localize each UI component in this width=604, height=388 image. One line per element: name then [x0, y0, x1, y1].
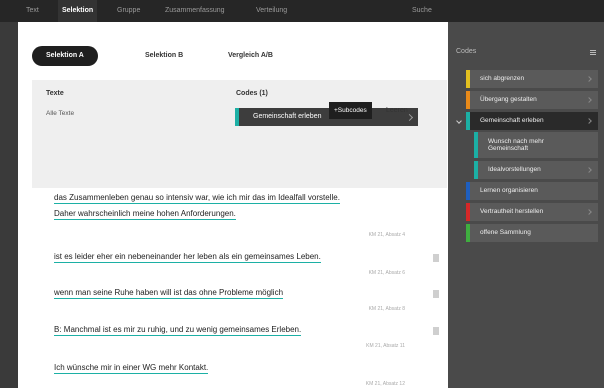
- tab-text[interactable]: Text: [26, 0, 39, 22]
- subtab-selektion-b[interactable]: Selektion B: [145, 46, 183, 66]
- segment-item[interactable]: das Zusammenleben genau so intensiv war,…: [54, 190, 439, 238]
- segment-source: KM 21, Absatz 6: [368, 270, 405, 276]
- code-item[interactable]: Übergang gestalten: [466, 91, 598, 109]
- segment-item[interactable]: B: Manchmal ist es mir zu ruhig, und zu …: [54, 322, 439, 349]
- code-item[interactable]: offene Sammlung: [466, 224, 598, 242]
- expand-icon[interactable]: [456, 118, 462, 124]
- chevron-right-icon: [586, 97, 592, 103]
- subcode-item[interactable]: Idealvorstellungen: [474, 161, 598, 179]
- top-nav: Text Selektion Gruppe Zusammenfassung Ve…: [0, 0, 604, 22]
- code-system-panel: Codes sich abgrenzen Übergang gestalten …: [448, 22, 604, 388]
- bookmark-icon[interactable]: [433, 254, 439, 262]
- segment-source: KM 21, Absatz 8: [368, 306, 405, 312]
- subcodes-button[interactable]: +Subcodes: [329, 102, 372, 119]
- filter-box: Texte Alle Texte Codes (1) Gemeinschaft …: [32, 80, 447, 188]
- code-item[interactable]: sich abgrenzen: [466, 70, 598, 88]
- subtab-vergleich[interactable]: Vergleich A/B: [228, 46, 273, 66]
- tab-selektion[interactable]: Selektion: [58, 0, 98, 22]
- menu-icon[interactable]: [590, 50, 596, 55]
- segment-text: B: Manchmal ist es mir zu ruhig, und zu …: [54, 325, 302, 336]
- chevron-right-icon: [586, 118, 592, 124]
- selection-panel: Selektion A Selektion B Vergleich A/B Te…: [18, 22, 448, 388]
- segment-source: KM 21, Absatz 12: [365, 381, 405, 387]
- segment-text: das Zusammenleben genau so intensiv war,…: [54, 193, 340, 204]
- code-item[interactable]: Vertrautheit herstellen: [466, 203, 598, 221]
- tab-suche[interactable]: Suche: [412, 0, 432, 22]
- segment-item[interactable]: Ich wünsche mir in einer WG mehr Kontakt…: [54, 360, 439, 387]
- segment-text: ist es leider eher ein nebeneinander her…: [54, 252, 321, 263]
- segment-item[interactable]: ist es leider eher ein nebeneinander her…: [54, 249, 439, 276]
- clear-button[interactable]: Leeren: [386, 102, 408, 119]
- segment-source: KM 21, Absatz 11: [366, 343, 405, 349]
- chevron-right-icon: [586, 167, 592, 173]
- code-item-active[interactable]: Gemeinschaft erleben: [466, 112, 598, 130]
- chevron-right-icon: [586, 209, 592, 215]
- segment-text: wenn man seine Ruhe haben will ist das o…: [54, 288, 284, 299]
- segment-source: KM 21, Absatz 4: [368, 232, 405, 238]
- texts-value[interactable]: Alle Texte: [46, 110, 74, 117]
- subtab-selektion-a[interactable]: Selektion A: [32, 46, 98, 66]
- codes-title: Codes: [456, 48, 477, 55]
- segment-text: Daher wahrscheinlich meine hohen Anforde…: [54, 209, 236, 220]
- codes-label: Codes (1): [236, 90, 268, 97]
- tab-gruppe[interactable]: Gruppe: [117, 0, 140, 22]
- texts-label: Texte: [46, 90, 64, 97]
- subcode-item[interactable]: Wunsch nach mehr Gemeinschaft: [474, 132, 598, 158]
- selected-code-label: Gemeinschaft erleben: [253, 113, 322, 120]
- tab-zusammenfassung[interactable]: Zusammenfassung: [165, 0, 225, 22]
- segment-text: Ich wünsche mir in einer WG mehr Kontakt…: [54, 363, 209, 374]
- chevron-right-icon: [586, 76, 592, 82]
- bookmark-icon[interactable]: [433, 290, 439, 298]
- tab-verteilung[interactable]: Verteilung: [256, 0, 287, 22]
- code-item[interactable]: Lernen organisieren: [466, 182, 598, 200]
- bookmark-icon[interactable]: [433, 327, 439, 335]
- segment-item[interactable]: wenn man seine Ruhe haben will ist das o…: [54, 285, 439, 312]
